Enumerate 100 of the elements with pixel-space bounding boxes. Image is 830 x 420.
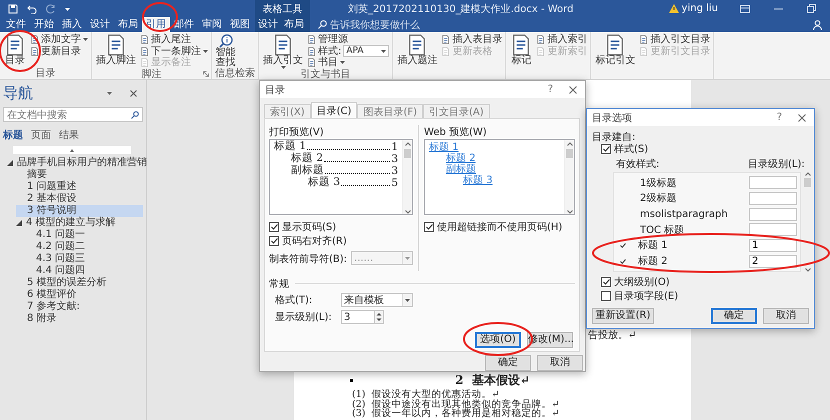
nav-heading-item[interactable]: 4.1 问题一: [25, 229, 143, 241]
nav-heading-item[interactable]: 3 符号说明: [16, 205, 143, 217]
pane-tab[interactable]: 结果: [59, 128, 79, 142]
style-name[interactable]: TOC 标题: [640, 222, 749, 237]
ribbon-tab[interactable]: 设计: [86, 17, 114, 32]
help-button[interactable]: ?: [548, 84, 553, 95]
caret-icon[interactable]: [107, 92, 112, 94]
level-field[interactable]: 1: [749, 238, 797, 252]
ribbon-button[interactable]: 插入索引: [536, 34, 588, 46]
scroll-up-icon[interactable]: [804, 172, 810, 176]
expand-triangle-icon[interactable]: [7, 160, 13, 166]
ribbon-button[interactable]: 更新目录: [30, 46, 88, 57]
style-name[interactable]: 1级标题: [640, 176, 749, 190]
ribbon-tab[interactable]: 布局: [281, 17, 307, 32]
dialog-button[interactable]: 取消: [537, 355, 583, 371]
dialog-button[interactable]: 选项(O): [475, 332, 521, 348]
format-dropdown[interactable]: 来自模板: [341, 293, 413, 307]
toc-link[interactable]: 标题 3: [463, 172, 493, 186]
ribbon-button[interactable]: 插入引文目录: [639, 34, 710, 46]
nav-heading-item[interactable]: 5 模型的误差分析: [16, 277, 143, 289]
dialog-button[interactable]: 重新设置(R): [592, 308, 654, 324]
nav-heading-item[interactable]: 4.3 问题三: [25, 253, 143, 265]
dialog-button[interactable]: 取消: [763, 308, 809, 324]
ribbon-button[interactable]: 插入脚注: [95, 34, 137, 68]
dialog-tab[interactable]: 索引(X): [264, 104, 311, 118]
nav-heading-item[interactable]: 6 模型评价: [16, 289, 143, 301]
checkbox[interactable]: 页码右对齐(R): [269, 234, 347, 248]
ribbon-button[interactable]: 添加文字: [30, 34, 88, 46]
dialog-tab[interactable]: 图表目录(F): [357, 104, 424, 118]
scrollbar-thumb[interactable]: [804, 178, 811, 187]
nav-heading-item[interactable]: 7 参考文献:: [16, 301, 143, 313]
level-field[interactable]: 2: [749, 254, 797, 268]
ribbon-button[interactable]: 目录: [3, 34, 27, 68]
ribbon-button[interactable]: 插入引文: [262, 34, 304, 69]
scroll-up-icon[interactable]: [566, 142, 572, 146]
dialog-tab[interactable]: 目录(C): [310, 102, 358, 118]
ribbon-button[interactable]: 书目: [307, 57, 390, 68]
scrollbar-thumb[interactable]: [404, 149, 412, 158]
pane-tab[interactable]: 页面: [31, 128, 51, 142]
ribbon-display-icon[interactable]: [740, 4, 750, 12]
ribbon-button[interactable]: 插入尾注: [140, 34, 208, 46]
level-field[interactable]: [749, 192, 797, 205]
style-name[interactable]: 标题 2: [638, 254, 748, 268]
dialog-tab[interactable]: 引文目录(A): [423, 104, 490, 118]
nav-heading-item[interactable]: 4 模型的建立与求解: [16, 217, 143, 229]
checkbox[interactable]: 大纲级别(O): [601, 275, 809, 289]
ribbon-button[interactable]: 插入题注: [396, 34, 438, 69]
nav-heading-item[interactable]: 4.4 问题四: [25, 265, 143, 277]
nav-heading-item[interactable]: 2 基本假设: [16, 193, 143, 205]
style-name[interactable]: msolistparagraph: [640, 208, 749, 220]
scroll-up-icon[interactable]: [404, 142, 411, 146]
nav-heading-item[interactable]: 4.2 问题二: [25, 241, 143, 253]
scroll-down-icon[interactable]: [404, 210, 411, 214]
level-field[interactable]: [749, 208, 797, 221]
expand-triangle-icon[interactable]: [16, 220, 22, 226]
checkbox[interactable]: 目录项字段(E): [601, 289, 809, 303]
checkbox[interactable]: 使用超链接而不使用页码(H): [424, 220, 562, 234]
restore-icon[interactable]: [807, 4, 816, 13]
close-icon[interactable]: [569, 86, 577, 94]
dialog-launcher-icon[interactable]: [203, 71, 209, 77]
close-icon[interactable]: [130, 90, 137, 96]
ribbon-tab[interactable]: 开始: [30, 17, 58, 32]
scroll-down-icon[interactable]: [566, 210, 572, 214]
spinner-icon[interactable]: [375, 310, 384, 324]
style-name[interactable]: 标题 1: [638, 238, 748, 252]
scroll-down-icon[interactable]: [804, 268, 810, 272]
scrollbar-thumb[interactable]: [566, 149, 573, 158]
search-field[interactable]: 在文档中搜索: [3, 107, 143, 122]
ribbon-tab[interactable]: 审阅: [198, 17, 226, 32]
ribbon-button[interactable]: 下一条脚注: [140, 46, 208, 57]
ribbon-tab[interactable]: 设计: [255, 17, 281, 32]
close-icon[interactable]: [798, 114, 806, 122]
person-icon[interactable]: [813, 20, 822, 30]
level-field[interactable]: 3: [341, 310, 375, 324]
dialog-button[interactable]: 确定: [711, 308, 757, 324]
nav-heading-item[interactable]: 1 问题重述: [16, 181, 143, 193]
level-field[interactable]: [749, 223, 797, 236]
ribbon-button[interactable]: 插入表目录: [441, 34, 502, 46]
level-field[interactable]: [749, 176, 797, 190]
ribbon-button[interactable]: 管理源: [307, 34, 390, 46]
user-name[interactable]: ying liu: [668, 0, 718, 17]
ribbon-tab[interactable]: 布局: [114, 17, 142, 32]
ribbon-tab[interactable]: 视图: [226, 17, 254, 32]
nav-heading-item[interactable]: 8 附录: [16, 313, 143, 325]
pane-tab[interactable]: 标题: [3, 128, 23, 142]
help-button[interactable]: ?: [776, 112, 782, 123]
ribbon-button[interactable]: 标记引文: [594, 34, 636, 69]
checkbox[interactable]: 样式(S): [601, 142, 809, 156]
undo-icon[interactable]: [27, 4, 37, 14]
ribbon-tab[interactable]: 插入: [58, 17, 86, 32]
tell-me-search[interactable]: 告诉我你想要做什么: [318, 17, 420, 32]
checkbox[interactable]: 显示页码(S): [269, 220, 336, 234]
ribbon-tab[interactable]: 文件: [2, 17, 30, 32]
customize-caret-icon[interactable]: [65, 6, 70, 10]
ribbon-button[interactable]: 智能查找: [215, 34, 236, 68]
redo-icon[interactable]: [46, 4, 56, 14]
style-name[interactable]: 2级标题: [640, 191, 749, 206]
save-icon[interactable]: [8, 4, 18, 14]
nav-heading-item[interactable]: 摘要: [16, 169, 143, 181]
ribbon-button[interactable]: 标记: [509, 34, 534, 69]
